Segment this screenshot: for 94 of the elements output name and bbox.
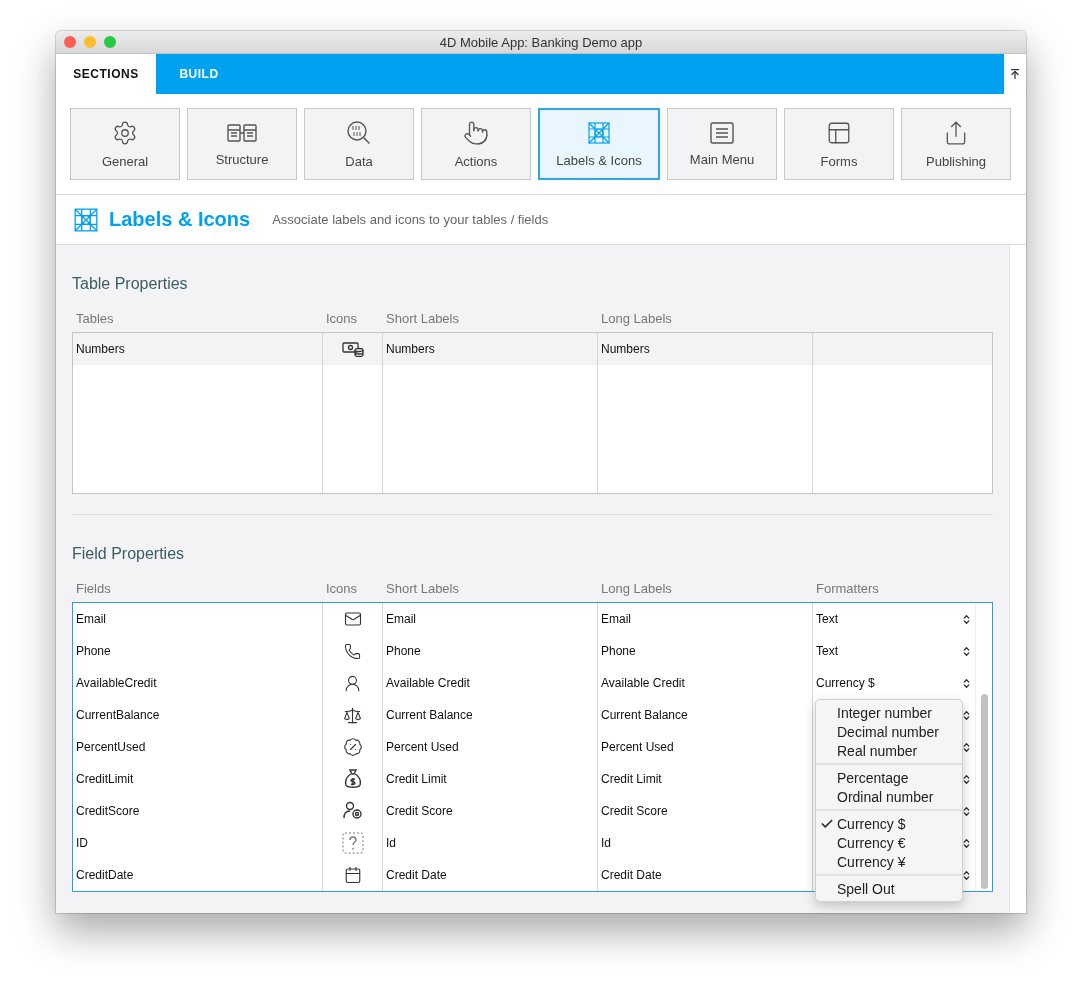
column-header: Long Labels: [600, 581, 673, 596]
table-cell[interactable]: [813, 333, 992, 365]
grid-target-icon: [587, 120, 611, 145]
column-header: Icons: [325, 581, 359, 596]
column-header: Short Labels: [385, 581, 460, 596]
table-cell[interactable]: ID: [73, 827, 323, 859]
stepper-icon[interactable]: [961, 613, 972, 625]
table-cell[interactable]: Credit Limit: [383, 763, 598, 795]
money-bag-icon: [343, 769, 362, 789]
section-button[interactable]: Main Menu: [667, 108, 777, 180]
menu-list-icon: [710, 121, 734, 144]
formatter-value[interactable]: Text: [816, 612, 838, 626]
stepper-icon[interactable]: [961, 869, 972, 881]
stepper-icon[interactable]: [961, 677, 972, 689]
section-button[interactable]: Publishing: [901, 108, 1011, 180]
scrollbar-thumb[interactable]: [980, 694, 988, 889]
section-title: Table Properties: [72, 275, 189, 293]
formatter-value[interactable]: Text: [816, 644, 838, 658]
page-subtitle: Associate labels and icons to your tables / fields: [272, 212, 549, 227]
menu-item[interactable]: Currency ¥: [816, 852, 962, 871]
window-title: 4D Mobile App: Banking Demo app: [438, 34, 644, 50]
table-cell[interactable]: Credit Score: [598, 795, 813, 827]
upload-arrow-icon: [1009, 68, 1021, 80]
table-cell[interactable]: Email: [598, 603, 813, 635]
column-header: Formatters: [815, 581, 880, 596]
percent-badge-icon: [342, 737, 363, 757]
stepper-icon[interactable]: [961, 709, 972, 721]
column-header: Tables: [75, 311, 115, 326]
menu-item[interactable]: Decimal number: [816, 722, 962, 741]
envelope-icon: [343, 610, 362, 628]
table-cell[interactable]: AvailableCredit: [73, 667, 323, 699]
page-title: Labels & Icons: [109, 208, 251, 231]
table-cell[interactable]: CreditLimit: [73, 763, 323, 795]
stepper-icon[interactable]: [961, 645, 972, 657]
unknown-icon: [341, 832, 364, 854]
menu-item[interactable]: Percentage: [816, 768, 962, 787]
section-button[interactable]: Labels & Icons: [538, 108, 660, 180]
table-cell[interactable]: Numbers: [598, 333, 813, 365]
table-cell[interactable]: Credit Score: [383, 795, 598, 827]
section-button[interactable]: Forms: [784, 108, 894, 180]
menu-item[interactable]: Currency €: [816, 833, 962, 852]
table-cell[interactable]: Credit Limit: [598, 763, 813, 795]
table-cell[interactable]: CreditScore: [73, 795, 323, 827]
table-cell[interactable]: CreditDate: [73, 859, 323, 891]
magnifier-binary-icon: [346, 119, 372, 146]
table-cell[interactable]: CurrentBalance: [73, 699, 323, 731]
table-cell[interactable]: Phone: [73, 635, 323, 667]
grid-target-icon: [73, 206, 99, 233]
section-button[interactable]: Actions: [421, 108, 531, 180]
section-title: Field Properties: [72, 545, 186, 563]
section-button[interactable]: General: [70, 108, 180, 180]
menu-item[interactable]: Integer number: [816, 703, 962, 722]
column-header: Icons: [325, 311, 359, 326]
table-cell[interactable]: Numbers: [73, 333, 323, 365]
column-header: Long Labels: [600, 311, 673, 326]
table-cell[interactable]: Email: [73, 603, 323, 635]
table-cell[interactable]: Available Credit: [383, 667, 598, 699]
stepper-icon[interactable]: [961, 805, 972, 817]
table-cell[interactable]: Id: [598, 827, 813, 859]
column-header: Fields: [75, 581, 112, 596]
table-cell[interactable]: Credit Date: [598, 859, 813, 891]
table-cell[interactable]: [323, 333, 383, 365]
menu-item[interactable]: Currency $: [816, 814, 962, 833]
section-button[interactable]: Data: [304, 108, 414, 180]
table-cell[interactable]: PercentUsed: [73, 731, 323, 763]
table-cell[interactable]: Numbers: [383, 333, 598, 365]
menu-item[interactable]: Spell Out: [816, 879, 962, 898]
table-cell[interactable]: Id: [383, 827, 598, 859]
person-icon: [343, 673, 362, 693]
table-cell[interactable]: Phone: [598, 635, 813, 667]
stepper-icon[interactable]: [961, 741, 972, 753]
table-cell[interactable]: Percent Used: [598, 731, 813, 763]
menu-item[interactable]: Ordinal number: [816, 787, 962, 806]
gear-icon: [112, 119, 138, 146]
calendar-icon: [343, 866, 362, 884]
stepper-icon[interactable]: [961, 837, 972, 849]
banknote-coins-icon: [341, 341, 364, 357]
table-cell[interactable]: Current Balance: [598, 699, 813, 731]
table-cell[interactable]: Percent Used: [383, 731, 598, 763]
table-cell[interactable]: Credit Date: [383, 859, 598, 891]
column-header: Short Labels: [385, 311, 460, 326]
menu-item[interactable]: Real number: [816, 741, 962, 760]
person-badge-icon: [342, 801, 363, 821]
stepper-icon[interactable]: [961, 773, 972, 785]
table-cell[interactable]: Email: [383, 603, 598, 635]
two-tables-icon: [227, 121, 257, 144]
table-cell[interactable]: Phone: [383, 635, 598, 667]
section-button[interactable]: Structure: [187, 108, 297, 180]
scale-icon: [343, 705, 362, 725]
table-cell[interactable]: Available Credit: [598, 667, 813, 699]
formatter-value[interactable]: Currency $: [816, 676, 875, 690]
table-cell[interactable]: Current Balance: [383, 699, 598, 731]
pointing-hand-icon: [463, 119, 489, 146]
phone-icon: [344, 642, 361, 660]
